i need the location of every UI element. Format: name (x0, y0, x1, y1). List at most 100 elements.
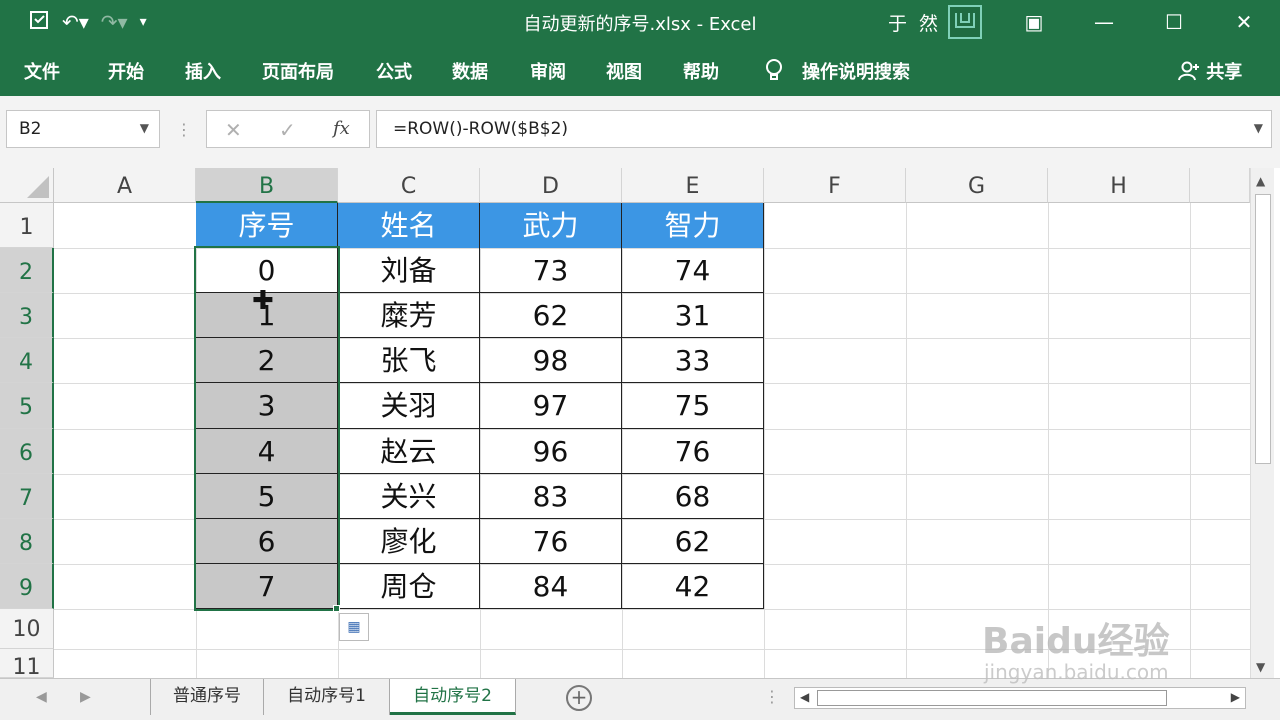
share-button[interactable]: 共享 (1178, 58, 1242, 84)
paste-options-icon[interactable]: ▦ (339, 613, 369, 641)
table-cell[interactable]: 33 (622, 338, 764, 383)
table-cell[interactable]: 74 (622, 248, 764, 293)
table-header-cell[interactable]: 序号 (196, 203, 338, 248)
formula-input[interactable]: =ROW()-ROW($B$2) ▼ (376, 110, 1272, 148)
table-cell[interactable]: 76 (622, 429, 764, 474)
expand-formula-icon[interactable]: ▼ (1254, 121, 1263, 135)
row-header-5[interactable]: 5 (0, 383, 54, 429)
maximize-button[interactable]: ☐ (1152, 6, 1196, 38)
chevron-down-icon[interactable]: ▼ (140, 121, 149, 135)
tab-view[interactable]: 视图 (606, 58, 642, 84)
gridline (1190, 203, 1191, 678)
tab-data[interactable]: 数据 (452, 58, 488, 84)
row-header-11[interactable]: 11 (0, 649, 54, 680)
column-header-g[interactable]: G (906, 168, 1048, 203)
person-icon (1178, 61, 1206, 83)
scroll-up-icon[interactable]: ▲ (1256, 174, 1265, 188)
user-avatar-icon[interactable] (948, 5, 982, 39)
add-sheet-icon[interactable]: + (566, 685, 592, 711)
tab-formulas[interactable]: 公式 (376, 58, 412, 84)
scroll-down-icon[interactable]: ▼ (1256, 660, 1265, 674)
worksheet-grid[interactable]: A B C D E F G H 1 2 3 4 5 6 7 8 9 10 11 … (0, 168, 1280, 680)
vertical-scrollbar[interactable]: ▲ ▼ (1250, 168, 1274, 678)
column-header-f[interactable]: F (764, 168, 906, 203)
table-cell[interactable]: 98 (480, 338, 622, 383)
table-cell[interactable]: 84 (480, 564, 622, 609)
table-cell[interactable]: 73 (480, 248, 622, 293)
table-cell[interactable]: 42 (622, 564, 764, 609)
horizontal-scrollbar[interactable]: ◀ ▶ (794, 687, 1246, 709)
gridline (1048, 203, 1049, 678)
table-cell[interactable]: 76 (480, 519, 622, 564)
cancel-icon[interactable]: ✕ (225, 118, 242, 142)
table-header-cell[interactable]: 姓名 (338, 203, 480, 248)
table-cell[interactable]: 关兴 (338, 474, 480, 519)
tab-insert[interactable]: 插入 (185, 58, 221, 84)
select-all-button[interactable] (0, 168, 54, 203)
user-name[interactable]: 于 然 (888, 9, 941, 36)
prev-sheet-icon[interactable]: ◀ (36, 689, 47, 705)
column-header-b[interactable]: B (196, 168, 338, 203)
enter-icon[interactable]: ✓ (279, 118, 296, 142)
tab-review[interactable]: 审阅 (530, 58, 566, 84)
row-header-4[interactable]: 4 (0, 338, 54, 383)
sheet-tab[interactable]: 普通序号 (150, 679, 264, 715)
table-cell[interactable]: 83 (480, 474, 622, 519)
drag-handle-icon[interactable]: ⋮ (176, 120, 192, 139)
insert-function-icon[interactable]: fx (333, 118, 350, 139)
column-header-h[interactable]: H (1048, 168, 1190, 203)
sheet-tab-active[interactable]: 自动序号2 (390, 679, 516, 715)
row-header-7[interactable]: 7 (0, 474, 54, 519)
tab-help[interactable]: 帮助 (683, 58, 719, 84)
row-header-10[interactable]: 10 (0, 609, 54, 649)
scroll-right-icon[interactable]: ▶ (1231, 690, 1240, 704)
title-bar: ↶▾ ↷▾ ▾ 自动更新的序号.xlsx - Excel 于 然 ▣ — ☐ ✕ (0, 0, 1280, 44)
drag-handle-icon[interactable]: ⋮ (764, 687, 780, 706)
table-header-cell[interactable]: 武力 (480, 203, 622, 248)
row-header-3[interactable]: 3 (0, 293, 54, 338)
name-box-value: B2 (19, 119, 42, 139)
scroll-left-icon[interactable]: ◀ (800, 690, 809, 704)
table-cell[interactable]: 62 (480, 293, 622, 338)
sheet-tab[interactable]: 自动序号1 (264, 679, 390, 715)
table-cell[interactable]: 赵云 (338, 429, 480, 474)
ribbon-display-options-icon[interactable]: ▣ (1012, 6, 1056, 38)
fill-handle[interactable] (333, 605, 340, 612)
close-button[interactable]: ✕ (1222, 6, 1266, 38)
table-cell[interactable]: 75 (622, 383, 764, 429)
next-sheet-icon[interactable]: ▶ (80, 689, 91, 705)
row-header-6[interactable]: 6 (0, 429, 54, 474)
sheet-tabs-bar: ◀ ▶ 普通序号 自动序号1 自动序号2 + ⋮ ◀ ▶ (0, 678, 1280, 720)
table-cell[interactable]: 68 (622, 474, 764, 519)
column-header-c[interactable]: C (338, 168, 480, 203)
table-cell[interactable]: 97 (480, 383, 622, 429)
table-cell[interactable]: 62 (622, 519, 764, 564)
table-cell[interactable]: 廖化 (338, 519, 480, 564)
lightbulb-icon[interactable] (764, 58, 784, 87)
baidu-watermark: Baidu经验 (982, 621, 1170, 662)
column-header-d[interactable]: D (480, 168, 622, 203)
ribbon-tabs: 文件 开始 插入 页面布局 公式 数据 审阅 视图 帮助 操作说明搜索 共享 (0, 44, 1280, 96)
row-header-8[interactable]: 8 (0, 519, 54, 564)
column-header-e[interactable]: E (622, 168, 764, 203)
table-cell[interactable]: 96 (480, 429, 622, 474)
column-header-a[interactable]: A (54, 168, 196, 203)
row-header-2[interactable]: 2 (0, 248, 54, 293)
row-header-1[interactable]: 1 (0, 203, 54, 248)
table-cell[interactable]: 关羽 (338, 383, 480, 429)
table-header-cell[interactable]: 智力 (622, 203, 764, 248)
name-box[interactable]: B2 ▼ (6, 110, 160, 148)
table-cell[interactable]: 刘备 (338, 248, 480, 293)
tell-me-search[interactable]: 操作说明搜索 (802, 58, 910, 84)
scrollbar-thumb[interactable] (1255, 194, 1271, 464)
table-cell[interactable]: 周仓 (338, 564, 480, 609)
row-header-9[interactable]: 9 (0, 564, 54, 609)
minimize-button[interactable]: — (1082, 6, 1126, 38)
tab-home[interactable]: 开始 (108, 58, 144, 84)
scrollbar-thumb[interactable] (817, 690, 1167, 706)
tab-file[interactable]: 文件 (24, 58, 60, 84)
table-cell[interactable]: 张飞 (338, 338, 480, 383)
table-cell[interactable]: 糜芳 (338, 293, 480, 338)
tab-page-layout[interactable]: 页面布局 (262, 58, 334, 84)
table-cell[interactable]: 31 (622, 293, 764, 338)
